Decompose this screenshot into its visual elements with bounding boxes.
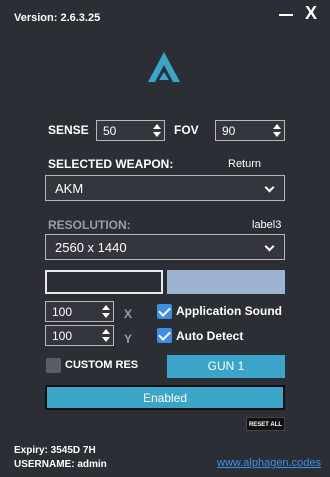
auto-detect-checkbox[interactable] [157,328,172,343]
offset-y-stepper-icon[interactable] [101,327,111,344]
chevron-down-icon [264,182,275,193]
application-sound-label: Application Sound [176,304,282,318]
color-swatch[interactable] [167,270,285,294]
sense-stepper-icon[interactable] [152,122,162,139]
custom-res-label: CUSTOM RES [65,359,139,371]
gun-button[interactable]: GUN 1 [167,355,285,378]
offset-x-label: X [124,307,133,321]
auto-detect-label: Auto Detect [176,329,244,343]
resolution-select-value: 2560 x 1440 [55,240,127,255]
return-label: Return [228,158,262,170]
weapon-select-value: AKM [55,181,84,196]
aux-label: label3 [252,219,282,231]
offset-x-stepper-icon[interactable] [101,303,111,320]
fov-input[interactable]: 90 [215,120,285,141]
custom-res-checkbox[interactable] [46,358,61,373]
fov-label: FOV [174,123,199,137]
weapon-select[interactable]: AKM [45,175,285,201]
sense-value: 50 [103,124,117,138]
chevron-down-icon [264,241,275,252]
enabled-button[interactable]: Enabled [45,385,285,410]
offset-y-label: Y [124,332,133,346]
resolution-label: RESOLUTION: [48,218,131,232]
minimize-button[interactable] [277,4,295,22]
website-link[interactable]: www.alphagen.codes [217,457,321,469]
sense-label: SENSE [48,123,89,137]
close-button[interactable]: X [305,3,317,24]
fov-value: 90 [222,124,236,138]
version-label: Version: 2.6.3.25 [14,12,101,24]
application-sound-checkbox[interactable] [157,304,172,319]
offset-y-value: 100 [52,329,73,343]
offset-x-value: 100 [52,305,73,319]
app-logo-icon [148,52,180,82]
color-input-box[interactable] [45,270,163,294]
selected-weapon-label: SELECTED WEAPON: [48,157,174,171]
expiry-label: Expiry: 3545D 7H [14,445,96,456]
fov-stepper-icon[interactable] [272,122,282,139]
username-label: USERNAME: admin [14,459,107,470]
reset-all-button[interactable]: RESET ALL [246,417,285,431]
offset-x-input[interactable]: 100 [45,301,114,322]
offset-y-input[interactable]: 100 [45,325,114,346]
resolution-select[interactable]: 2560 x 1440 [45,234,285,260]
sense-input[interactable]: 50 [96,120,165,141]
